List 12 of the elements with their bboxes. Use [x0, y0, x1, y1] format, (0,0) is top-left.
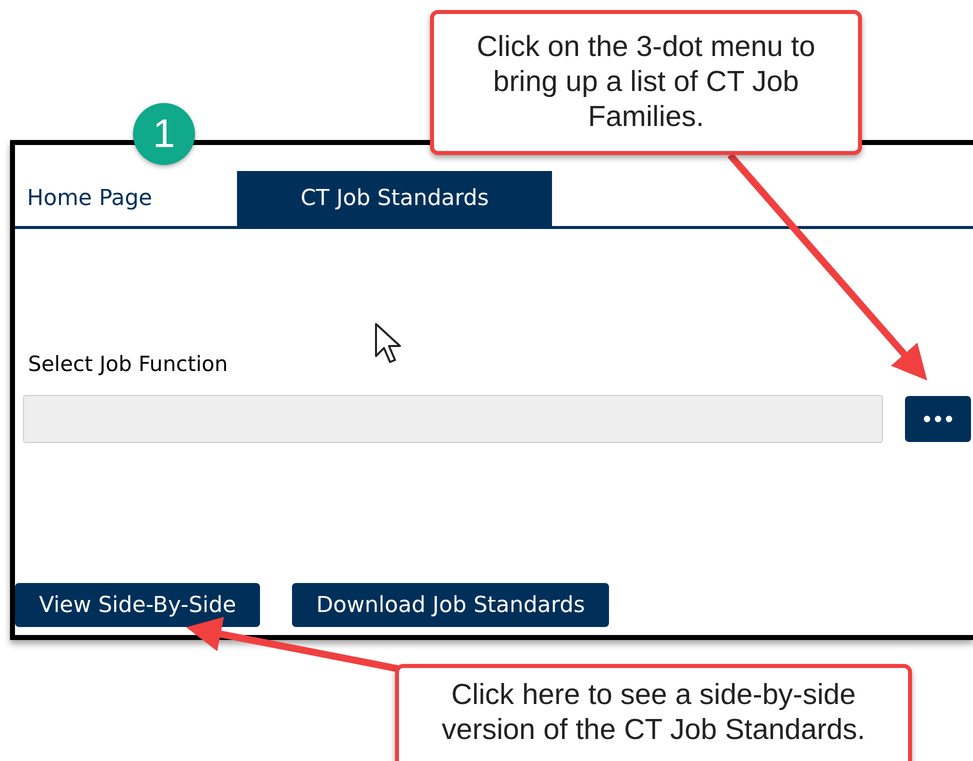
tab[interactable]: Home Page — [15, 171, 152, 226]
callout: Click here to see a side-by-side version of the CT Job Standards. — [395, 664, 912, 761]
tab[interactable]: CT Job Standards — [237, 171, 552, 226]
action-button[interactable]: Download Job Standards — [292, 583, 609, 627]
action-button[interactable]: View Side-By-Side — [15, 583, 260, 627]
more-button[interactable] — [905, 396, 971, 442]
field-label: Select Job Function — [28, 351, 229, 378]
job-function-field[interactable] — [23, 394, 883, 442]
dots-icon — [923, 414, 953, 422]
step-badge: 1 — [133, 103, 195, 165]
callout: Click on the 3-dot menu to bring up a list of CT Job Families. — [430, 10, 862, 155]
cursor-icon — [374, 322, 402, 364]
